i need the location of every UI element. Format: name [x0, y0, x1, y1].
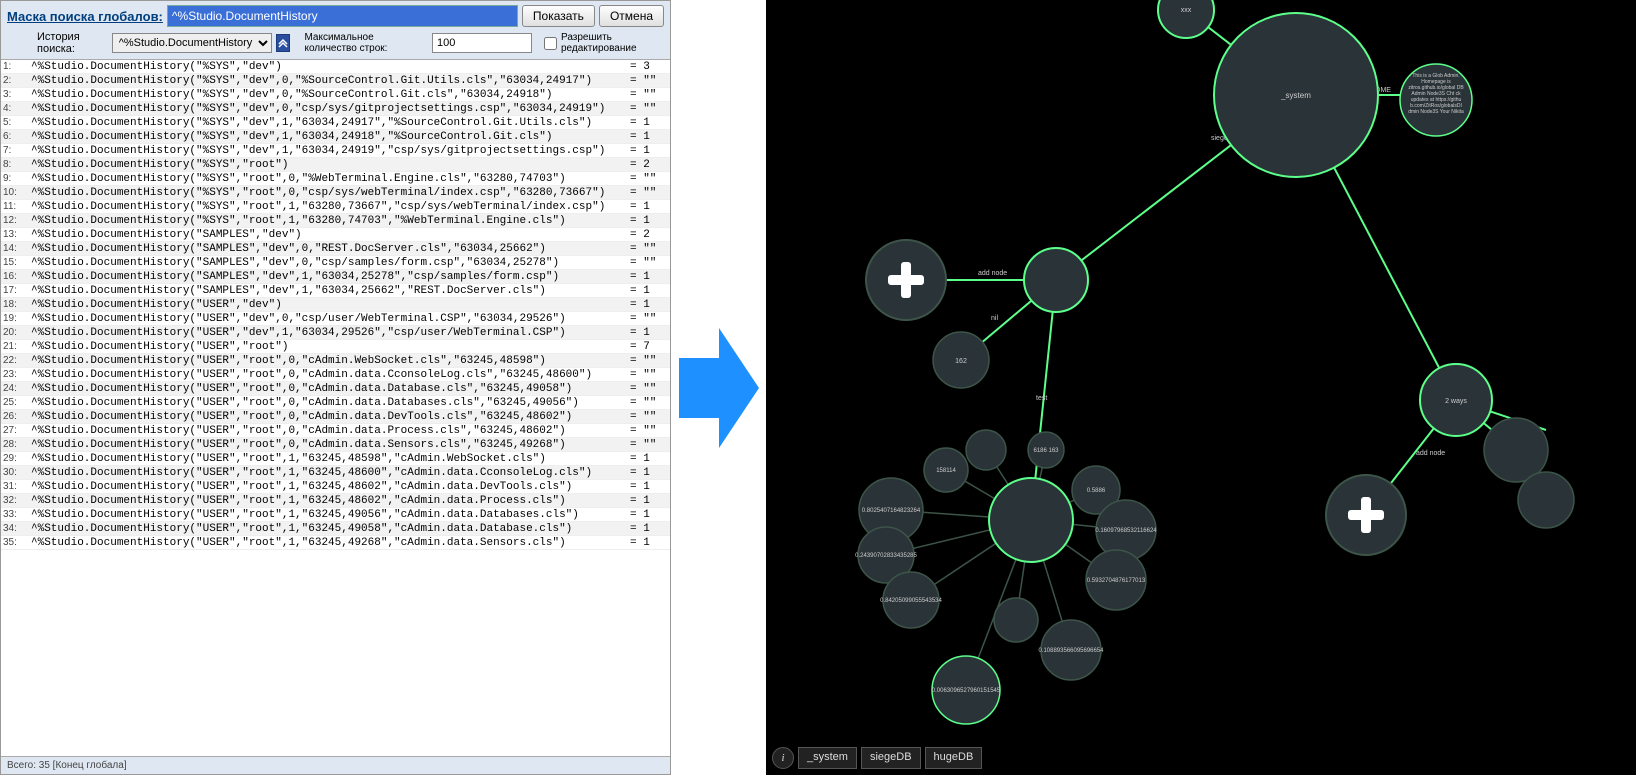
svg-text:6186 163: 6186 163 [1033, 448, 1059, 454]
table-row[interactable]: 6:^%Studio.DocumentHistory("%SYS","dev",… [1, 130, 670, 144]
svg-text:158114: 158114 [936, 468, 956, 474]
table-row[interactable]: 15:^%Studio.DocumentHistory("SAMPLES","d… [1, 256, 670, 270]
table-row[interactable]: 5:^%Studio.DocumentHistory("%SYS","dev",… [1, 116, 670, 130]
graph-node-readme[interactable]: This is a Glob Admin. Homepage is zitros… [1406, 73, 1466, 115]
graph-toolbar: i _system siegeDB hugeDB [772, 747, 982, 769]
svg-text:0.16097968532116624: 0.16097968532116624 [1095, 528, 1157, 534]
table-row[interactable]: 31:^%Studio.DocumentHistory("USER","root… [1, 480, 670, 494]
edge-label: nil [991, 315, 998, 322]
table-row[interactable]: 33:^%Studio.DocumentHistory("USER","root… [1, 508, 670, 522]
svg-text:0.108893566095696654: 0.108893566095696654 [1038, 648, 1104, 654]
table-row[interactable]: 22:^%Studio.DocumentHistory("USER","root… [1, 354, 670, 368]
hugedb-button[interactable]: hugeDB [925, 747, 983, 769]
svg-text:0.84205099055543534: 0.84205099055543534 [880, 598, 942, 604]
table-footer: Всего: 35 [Конец глобала] [1, 756, 670, 774]
table-row[interactable]: 27:^%Studio.DocumentHistory("USER","root… [1, 424, 670, 438]
table-row[interactable]: 26:^%Studio.DocumentHistory("USER","root… [1, 410, 670, 424]
allow-edit-label: Разрешить редактирование [561, 32, 664, 54]
table-row[interactable]: 35:^%Studio.DocumentHistory("USER","root… [1, 536, 670, 550]
table-row[interactable]: 28:^%Studio.DocumentHistory("USER","root… [1, 438, 670, 452]
globals-table[interactable]: 1:^%Studio.DocumentHistory("%SYS","dev")… [1, 60, 670, 756]
graph-node-162[interactable]: 162 [955, 358, 967, 365]
table-row[interactable]: 29:^%Studio.DocumentHistory("USER","root… [1, 452, 670, 466]
table-row[interactable]: 9:^%Studio.DocumentHistory("%SYS","root"… [1, 172, 670, 186]
table-row[interactable]: 19:^%Studio.DocumentHistory("USER","dev"… [1, 312, 670, 326]
edge-label: add node [1416, 450, 1445, 457]
search-mask-label: Маска поиска глобалов: [7, 9, 163, 24]
history-up-button[interactable] [276, 34, 291, 52]
table-row[interactable]: 30:^%Studio.DocumentHistory("USER","root… [1, 466, 670, 480]
siegedb-button[interactable]: siegeDB [861, 747, 921, 769]
table-row[interactable]: 34:^%Studio.DocumentHistory("USER","root… [1, 522, 670, 536]
table-row[interactable]: 7:^%Studio.DocumentHistory("%SYS","dev",… [1, 144, 670, 158]
table-row[interactable]: 11:^%Studio.DocumentHistory("%SYS","root… [1, 200, 670, 214]
history-label: История поиска: [37, 31, 104, 55]
globals-list-panel: Маска поиска глобалов: Показать Отмена И… [0, 0, 671, 775]
system-button[interactable]: _system [798, 747, 857, 769]
graph-node-leaf2[interactable] [1518, 472, 1574, 528]
info-button[interactable]: i [772, 747, 794, 769]
table-row[interactable]: 24:^%Studio.DocumentHistory("USER","root… [1, 382, 670, 396]
max-rows-input[interactable] [432, 33, 532, 53]
graph-node-2ways[interactable]: 2 ways [1445, 398, 1467, 405]
svg-text:0.24390702833435285: 0.24390702833435285 [855, 553, 917, 559]
search-mask-input[interactable] [167, 5, 518, 27]
table-row[interactable]: 1:^%Studio.DocumentHistory("%SYS","dev")… [1, 60, 670, 74]
table-row[interactable]: 17:^%Studio.DocumentHistory("SAMPLES","d… [1, 284, 670, 298]
table-row[interactable]: 13:^%Studio.DocumentHistory("SAMPLES","d… [1, 228, 670, 242]
table-row[interactable]: 18:^%Studio.DocumentHistory("USER","dev"… [1, 298, 670, 312]
table-row[interactable]: 16:^%Studio.DocumentHistory("SAMPLES","d… [1, 270, 670, 284]
max-rows-label: Максимальное количество строк: [304, 32, 428, 54]
table-row[interactable]: 32:^%Studio.DocumentHistory("USER","root… [1, 494, 670, 508]
graph-node-system[interactable]: _system [1280, 91, 1311, 100]
table-row[interactable]: 2:^%Studio.DocumentHistory("%SYS","dev",… [1, 74, 670, 88]
table-row[interactable]: 14:^%Studio.DocumentHistory("SAMPLES","d… [1, 242, 670, 256]
table-row[interactable]: 12:^%Studio.DocumentHistory("%SYS","root… [1, 214, 670, 228]
table-row[interactable]: 4:^%Studio.DocumentHistory("%SYS","dev",… [1, 102, 670, 116]
graph-node-xxx[interactable]: xxx [1181, 7, 1192, 14]
svg-text:0.0063096527960151545: 0.0063096527960151545 [932, 688, 1001, 694]
graph-panel[interactable]: xxx README siegeDB add node nil test add… [766, 0, 1636, 775]
table-row[interactable]: 8:^%Studio.DocumentHistory("%SYS","root"… [1, 158, 670, 172]
svg-text:0.8025407164823264: 0.8025407164823264 [862, 508, 921, 514]
table-row[interactable]: 10:^%Studio.DocumentHistory("%SYS","root… [1, 186, 670, 200]
table-row[interactable]: 23:^%Studio.DocumentHistory("USER","root… [1, 368, 670, 382]
table-row[interactable]: 21:^%Studio.DocumentHistory("USER","root… [1, 340, 670, 354]
show-button[interactable]: Показать [522, 5, 595, 27]
table-row[interactable]: 25:^%Studio.DocumentHistory("USER","root… [1, 396, 670, 410]
history-select[interactable]: ^%Studio.DocumentHistory [112, 33, 272, 53]
allow-edit-checkbox[interactable] [544, 37, 557, 50]
cancel-button[interactable]: Отмена [599, 5, 664, 27]
graph-node-cluster[interactable] [989, 478, 1073, 562]
edge-label: add node [978, 270, 1007, 277]
search-bar: Маска поиска глобалов: Показать Отмена И… [1, 1, 670, 60]
table-row[interactable]: 20:^%Studio.DocumentHistory("USER","dev"… [1, 326, 670, 340]
arrow-icon [671, 0, 766, 775]
svg-text:0.5886: 0.5886 [1087, 488, 1106, 494]
edge-label: test [1036, 395, 1047, 402]
graph-node-siege[interactable] [1024, 248, 1088, 312]
svg-text:0.5932704876177013: 0.5932704876177013 [1087, 578, 1146, 584]
table-row[interactable]: 3:^%Studio.DocumentHistory("%SYS","dev",… [1, 88, 670, 102]
